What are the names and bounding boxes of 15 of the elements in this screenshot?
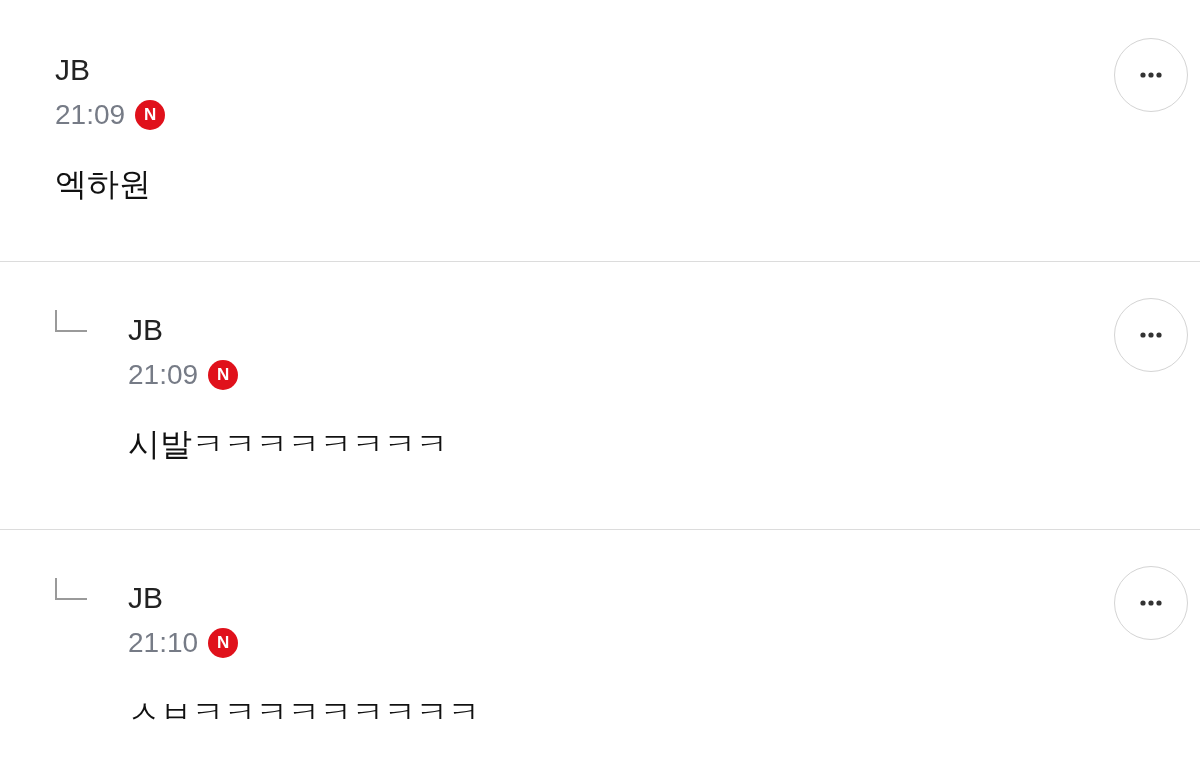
- author-name: JB: [55, 52, 91, 88]
- comment-text: 엑하원: [55, 164, 152, 205]
- n-badge: N: [135, 100, 166, 130]
- n-badge: N: [208, 360, 239, 390]
- comment-text: ㅅㅂㅋㅋㅋㅋㅋㅋㅋㅋㅋ: [128, 692, 481, 733]
- comment-text: 시발ㅋㅋㅋㅋㅋㅋㅋㅋ: [128, 424, 449, 465]
- more-dots-icon: [1140, 600, 1162, 606]
- author-name: JB: [128, 312, 164, 348]
- more-dots-icon: [1140, 332, 1162, 338]
- comment-time: 21:09: [55, 98, 126, 132]
- comment-time: 21:09: [128, 358, 199, 392]
- comment-time: 21:10: [128, 626, 199, 660]
- more-dots-icon: [1140, 72, 1162, 78]
- author-name: JB: [128, 580, 164, 616]
- n-badge: N: [208, 628, 239, 658]
